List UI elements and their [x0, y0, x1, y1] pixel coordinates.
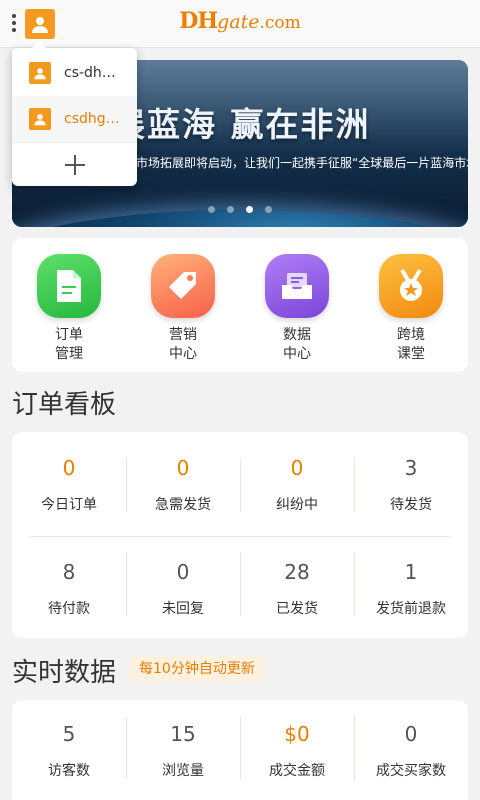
stat-label: 浏览量 — [162, 763, 204, 779]
inbox-data-icon — [265, 254, 329, 318]
plus-icon — [64, 154, 85, 175]
auto-update-badge: 每10分钟自动更新 — [129, 656, 265, 682]
menu-label: 课堂 — [397, 346, 425, 362]
stat-label: 未回复 — [162, 601, 204, 617]
menu-label: 中心 — [169, 346, 197, 362]
stat-awaiting-payment[interactable]: 8 待付款 — [12, 560, 126, 618]
stat-value: 15 — [170, 722, 196, 746]
stat-value: 5 — [62, 722, 76, 746]
account-label: cs-dh… — [64, 65, 116, 81]
account-dropdown: cs-dh… csdhg… — [12, 41, 137, 186]
menu-label: 中心 — [283, 346, 311, 362]
menu-marketing-center[interactable]: 营销 中心 — [126, 254, 240, 364]
stat-disputes[interactable]: 0 纠纷中 — [240, 456, 354, 514]
user-icon — [29, 62, 51, 84]
stat-value: 0 — [290, 456, 304, 480]
realtime-stats: 5 访客数 15 浏览量 $0 成交金额 0 成交买家数 — [12, 700, 468, 800]
add-account-button[interactable] — [12, 142, 137, 186]
stat-label: 访客数 — [48, 763, 90, 779]
banner-subline: 市场拓展即将启动，让我们一起携手征服“全球最后一片蓝海市场”。 — [136, 156, 468, 170]
stat-today-orders[interactable]: 0 今日订单 — [12, 456, 126, 514]
menu-label: 营销 — [169, 327, 197, 343]
realtime-title: 实时数据 — [12, 658, 117, 688]
stat-label: 成交买家数 — [376, 763, 446, 779]
menu-label: 数据 — [283, 327, 311, 343]
stat-unreplied[interactable]: 0 未回复 — [126, 560, 240, 618]
menu-label: 跨境 — [397, 327, 425, 343]
stat-value: 0 — [62, 456, 76, 480]
stat-label: 急需发货 — [155, 497, 211, 513]
stat-label: 已发货 — [276, 601, 318, 617]
order-board: 0 今日订单 0 急需发货 0 纠纷中 3 待发货 8 待付款 0 未回复 28… — [12, 432, 468, 638]
stat-label: 纠纷中 — [276, 497, 318, 513]
carousel-indicator[interactable] — [12, 206, 468, 213]
menu-data-center[interactable]: 数据 中心 — [240, 254, 354, 364]
stat-refund-before-shipping[interactable]: 1 发货前退款 — [354, 560, 468, 618]
menu-label: 管理 — [55, 346, 83, 362]
carousel-dot[interactable] — [208, 206, 215, 213]
carousel-dot[interactable] — [265, 206, 272, 213]
order-board-title: 订单看板 — [12, 390, 117, 420]
dhgate-logo: DHgate.com — [179, 8, 301, 34]
stat-value: 8 — [62, 560, 76, 584]
stat-value: 1 — [404, 560, 418, 584]
stat-label: 成交金额 — [269, 763, 325, 779]
stat-value: 0 — [176, 560, 190, 584]
stat-value: 0 — [404, 722, 418, 746]
carousel-dot-active[interactable] — [246, 206, 253, 213]
stat-value: 3 — [404, 456, 418, 480]
stat-value: $0 — [284, 722, 310, 746]
stat-sales-amount[interactable]: $0 成交金额 — [240, 722, 354, 780]
menu-crossborder-class[interactable]: 跨境 课堂 — [354, 254, 468, 364]
stat-label: 今日订单 — [41, 497, 97, 513]
stat-shipped[interactable]: 28 已发货 — [240, 560, 354, 618]
banner-headline: 展蓝海 赢在非洲 — [112, 105, 371, 144]
stat-label: 待付款 — [48, 601, 90, 617]
carousel-dot[interactable] — [227, 206, 234, 213]
stat-awaiting-shipment[interactable]: 3 待发货 — [354, 456, 468, 514]
stat-visitors[interactable]: 5 访客数 — [12, 722, 126, 780]
account-item-selected[interactable]: csdhg… — [12, 96, 137, 142]
stat-buyers[interactable]: 0 成交买家数 — [354, 722, 468, 780]
account-label: csdhg… — [64, 111, 120, 127]
stat-value: 28 — [284, 560, 310, 584]
tag-icon — [151, 254, 215, 318]
stat-value: 0 — [176, 456, 190, 480]
menu-order-management[interactable]: 订单 管理 — [12, 254, 126, 364]
order-document-icon — [37, 254, 101, 318]
medal-icon — [379, 254, 443, 318]
top-bar: DHgate.com — [0, 0, 480, 48]
quick-menu: 订单 管理 营销 中心 数据 中心 跨境 课堂 — [12, 238, 468, 372]
menu-label: 订单 — [55, 327, 83, 343]
stat-label: 发货前退款 — [376, 601, 446, 617]
stat-urgent-shipping[interactable]: 0 急需发货 — [126, 456, 240, 514]
stat-pageviews[interactable]: 15 浏览量 — [126, 722, 240, 780]
stat-label: 待发货 — [390, 497, 432, 513]
account-item[interactable]: cs-dh… — [12, 50, 137, 96]
user-icon — [29, 108, 51, 130]
